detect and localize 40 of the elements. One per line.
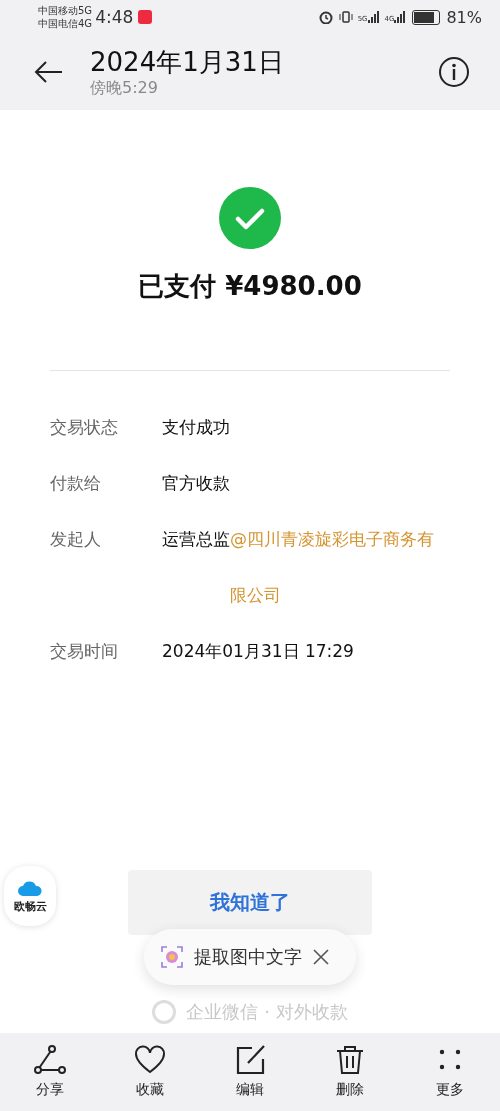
detail-value: 官方收款 [162,472,231,495]
toolbar-button[interactable]: 分享 [15,1045,85,1099]
signal-icon [394,11,407,23]
detail-label: 发起人 [50,528,102,551]
vibrate-icon [338,10,353,24]
clock: 4:48 [95,7,134,27]
detail-value: 2024年01月31日 17:29 [162,640,355,663]
toolbar-button[interactable]: 收藏 [115,1045,185,1099]
battery-icon [414,11,439,23]
confirm-button[interactable]: 我知道了 [128,870,372,935]
app-notification-icon [138,10,153,24]
carrier-label: 中国电信4G [38,17,93,30]
toolbar-button[interactable]: 编辑 [215,1045,285,1099]
detail-value: 运营总监 [162,528,230,551]
signal-icon [367,11,380,23]
battery-percentage: 81% [446,7,482,27]
info-button[interactable] [438,56,470,88]
page-subtitle: 傍晚5:29 [90,77,159,99]
detail-label: 交易状态 [50,416,119,439]
share-icon [34,1045,66,1075]
scan-icon [160,945,184,969]
detail-label: 交易时间 [50,640,119,663]
page-title: 2024年1月31日 [90,45,284,78]
alarm-icon [317,10,334,24]
edit-icon [234,1045,266,1075]
toolbar-button[interactable]: 删除 [315,1045,385,1099]
text-extract-toast[interactable]: 提取图中文字 [144,929,356,985]
back-button[interactable] [34,60,64,84]
carrier-label: 中国移动5G [38,4,93,17]
loading-icon [152,1000,177,1024]
close-icon[interactable] [312,948,330,966]
heart-icon [134,1045,166,1075]
detail-value: 支付成功 [162,416,231,439]
toolbar-button[interactable]: 更多 [415,1045,485,1099]
badge-label: 欧畅云 [13,898,47,914]
detail-label: 付款给 [50,472,102,495]
toast-label: 提取图中文字 [194,945,302,969]
floating-badge[interactable]: 欧畅云 [4,866,56,926]
trash-icon [334,1045,366,1075]
payment-status: 已支付 ¥4980.00 [138,270,362,303]
